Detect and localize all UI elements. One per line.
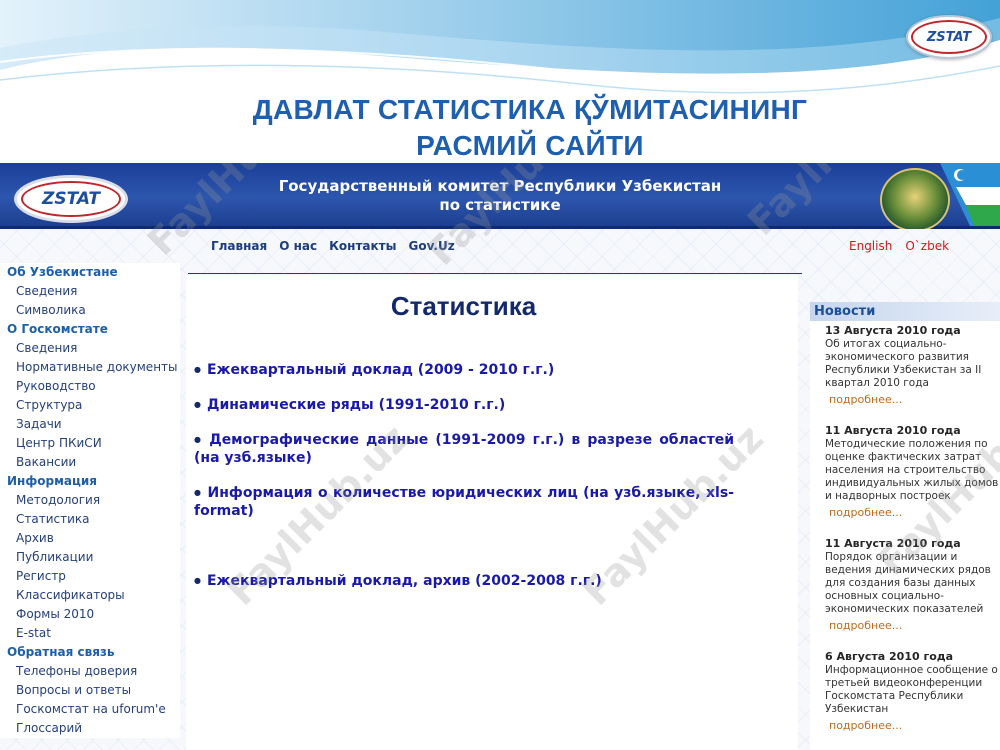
sidebar-section-heading[interactable]: О Госкомстате — [0, 320, 180, 339]
stat-link[interactable]: ● Информация о количестве юридических лиц… — [194, 484, 734, 520]
news-item: 11 Августа 2010 года Методические положен… — [810, 421, 1000, 520]
stat-link-text[interactable]: Информация о количестве юридических лиц … — [194, 485, 734, 519]
news-item: 6 Августа 2010 года Информационное сообще… — [810, 647, 1000, 733]
banner-line2: по статистике — [439, 196, 561, 214]
sidebar-item[interactable]: Архив — [0, 529, 180, 548]
sidebar-item[interactable]: Сведения — [0, 339, 180, 358]
site-banner: ZSTAT Государственный комитет Республики… — [0, 163, 1000, 232]
sidebar-section-heading[interactable]: Об Узбекистане — [0, 263, 180, 282]
news-more-link[interactable]: подробнее... — [825, 719, 1000, 733]
site-logo-text: ZSTAT — [21, 181, 121, 217]
topnav-link-0[interactable]: Главная — [211, 239, 267, 253]
news-item: 13 Августа 2010 года Об итогах социально-… — [810, 321, 1000, 407]
news-date: 6 Августа 2010 года — [825, 650, 954, 663]
bullet-icon: ● — [194, 365, 201, 374]
stat-link-text[interactable]: Ежеквартальный доклад (2009 - 2010 г.г.) — [207, 362, 554, 378]
slide-title: ДАВЛАТ СТАТИСТИКА ҚЎМИТАСИНИНГ РАСМИЙ СА… — [150, 92, 910, 164]
top-navigation: Главная О нас Контакты Gov.Uz — [211, 239, 455, 253]
stat-link-text[interactable]: Демографические данные (1991-2009 г.г.) … — [194, 432, 734, 466]
sidebar-item[interactable]: Статистика — [0, 510, 180, 529]
news-more-link[interactable]: подробнее... — [825, 506, 1000, 520]
language-link-1[interactable]: O`zbek — [905, 239, 949, 253]
sidebar-item[interactable]: Нормативные документы — [0, 358, 180, 377]
sidebar-item[interactable]: Вакансии — [0, 453, 180, 472]
sidebar-item[interactable]: Структура — [0, 396, 180, 415]
sidebar-item[interactable]: Глоссарий — [0, 719, 180, 738]
bullet-icon: ● — [194, 400, 201, 409]
banner-title: Государственный комитет Республики Узбек… — [230, 177, 770, 215]
website-screenshot: ZSTAT Государственный комитет Республики… — [0, 163, 1000, 750]
nav-divider — [188, 273, 802, 274]
logo-text: ZSTAT — [911, 20, 987, 54]
news-text[interactable]: Информационное сообщение о третьей видео… — [825, 664, 1000, 716]
sidebar-item[interactable]: Руководство — [0, 377, 180, 396]
stat-link[interactable]: ● Демографические данные (1991-2009 г.г.)… — [194, 431, 734, 467]
sidebar-item[interactable]: Публикации — [0, 548, 180, 567]
sidebar-item[interactable]: Центр ПКиСИ — [0, 434, 180, 453]
news-text[interactable]: Об итогах социально-экономического разви… — [825, 338, 1000, 390]
news-header: Новости — [810, 302, 1000, 321]
sidebar-item[interactable]: Символика — [0, 301, 180, 320]
sidebar-menu: Об Узбекистане Сведения Символика О Госкомс… — [0, 263, 180, 738]
sidebar-item[interactable]: Госкомстат на uforum'е — [0, 700, 180, 719]
stat-link-text[interactable]: Динамические ряды (1991-2010 г.г.) — [207, 397, 505, 413]
sidebar-item[interactable]: Методология — [0, 491, 180, 510]
stat-link[interactable]: ● Ежеквартальный доклад (2009 - 2010 г.г.… — [194, 361, 734, 379]
bullet-icon: ● — [194, 576, 201, 585]
news-item: 11 Августа 2010 года Порядок организации … — [810, 534, 1000, 633]
banner-line1: Государственный комитет Республики Узбек… — [278, 177, 722, 195]
sidebar-item[interactable]: Задачи — [0, 415, 180, 434]
news-more-link[interactable]: подробнее... — [825, 393, 1000, 407]
topnav-link-1[interactable]: О нас — [279, 239, 317, 253]
sidebar-section-heading[interactable]: Обратная связь — [0, 643, 180, 662]
language-switch: English O`zbek — [849, 239, 949, 253]
stat-link[interactable]: ● Динамические ряды (1991-2010 г.г.) — [194, 396, 734, 414]
flag-icon — [940, 163, 1000, 226]
news-date: 11 Августа 2010 года — [825, 424, 961, 437]
sidebar-item[interactable]: Формы 2010 — [0, 605, 180, 624]
sidebar-section-heading[interactable]: Информация — [0, 472, 180, 491]
sidebar-item[interactable]: E-stat — [0, 624, 180, 643]
news-text[interactable]: Порядок организации и ведения динамическ… — [825, 551, 1000, 616]
bullet-icon: ● — [194, 488, 202, 497]
page-title: Статистика — [390, 291, 537, 321]
slide-title-line1: ДАВЛАТ СТАТИСТИКА ҚЎМИТАСИНИНГ — [252, 94, 808, 125]
bullet-icon: ● — [194, 435, 204, 444]
news-list: 13 Августа 2010 года Об итогах социально-… — [810, 321, 1000, 750]
slide-logo: ZSTAT — [906, 15, 992, 59]
slide-header: ZSTAT ДАВЛАТ СТАТИСТИКА ҚЎМИТАСИНИНГ РАС… — [0, 0, 1000, 165]
stat-link[interactable]: ● Ежеквартальный доклад, архив (2002-2008… — [194, 572, 734, 590]
sidebar-item[interactable]: Классификаторы — [0, 586, 180, 605]
news-date: 11 Августа 2010 года — [825, 537, 961, 550]
slide-title-line2: РАСМИЙ САЙТИ — [416, 130, 644, 161]
topnav-link-3[interactable]: Gov.Uz — [408, 239, 454, 253]
sidebar-item[interactable]: Вопросы и ответы — [0, 681, 180, 700]
language-link-0[interactable]: English — [849, 239, 892, 253]
sidebar-item[interactable]: Телефоны доверия — [0, 662, 180, 681]
news-more-link[interactable]: подробнее... — [825, 619, 1000, 633]
site-body: Главная О нас Контакты Gov.Uz English O`zbek… — [0, 229, 1000, 750]
news-text[interactable]: Методические положения по оценке фактиче… — [825, 438, 1000, 503]
stat-link-text[interactable]: Ежеквартальный доклад, архив (2002-2008 … — [207, 573, 602, 589]
topnav-link-2[interactable]: Контакты — [329, 239, 396, 253]
sidebar-item[interactable]: Регистр — [0, 567, 180, 586]
news-column: Новости 13 Августа 2010 года Об итогах со… — [810, 302, 1000, 750]
news-date: 13 Августа 2010 года — [825, 324, 961, 337]
statistics-links: ● Ежеквартальный доклад (2009 - 2010 г.г.… — [194, 361, 734, 590]
sidebar-item[interactable]: Сведения — [0, 282, 180, 301]
site-logo[interactable]: ZSTAT — [14, 175, 128, 223]
